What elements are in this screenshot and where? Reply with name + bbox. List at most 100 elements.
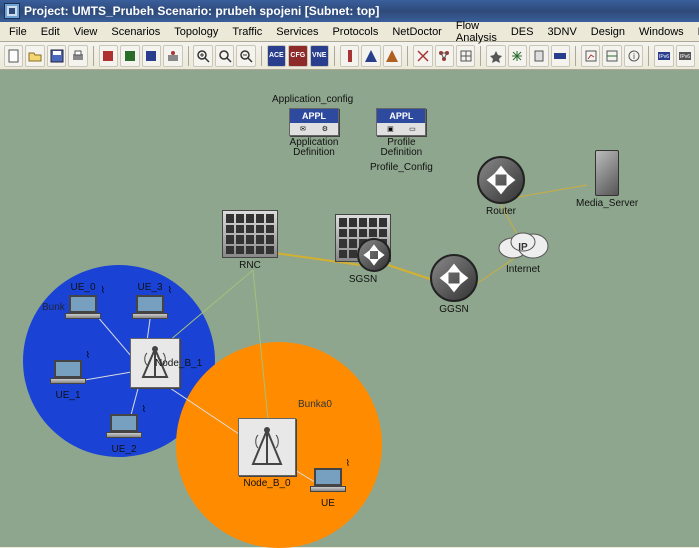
toolbar-sep [93,46,94,66]
label-text: RNC [239,260,261,271]
toolbar-sep [575,46,576,66]
laptop-icon: ⌇ [106,414,142,442]
internet[interactable]: IP Internet [495,228,551,275]
laptop-icon: ⌇ [132,295,168,323]
appl-header: APPL [377,109,425,123]
menu-traffic[interactable]: Traffic [225,24,269,40]
new-icon[interactable] [4,45,23,67]
topology-canvas[interactable]: Bunk Bunka0 Application_config APPL ✉⚙ A… [0,70,699,547]
label-text: Node_B_0 [243,478,290,489]
profile-config-label: Profile_Config [370,162,433,173]
tool-icon-5[interactable] [340,45,359,67]
ipv6-icon-1[interactable]: IPv6 [654,45,673,67]
rnc[interactable]: RNC [222,210,278,271]
tool-icon-7[interactable] [383,45,402,67]
menu-file[interactable]: File [2,24,34,40]
label-text: SGSN [349,274,377,285]
label-text: Profile Definition [381,138,423,158]
tool-icon-10[interactable] [456,45,475,67]
toolbar-sep [334,46,335,66]
application-definition[interactable]: APPL ✉⚙ Application Definition [289,108,339,158]
ue-0[interactable]: UE_0 ⌇ [65,280,101,323]
menu-edit[interactable]: Edit [34,24,67,40]
ipv6-icon-2[interactable]: IPv6 [676,45,695,67]
label-text: GGSN [439,304,468,315]
label-text: Media_Server [576,198,638,209]
ue[interactable]: ⌇ UE [310,468,346,509]
menu-protocols[interactable]: Protocols [325,24,385,40]
tool-icon-15[interactable] [581,45,600,67]
node-b-0[interactable]: Node_B_0 [238,418,296,489]
menu-help[interactable]: Help [691,24,699,40]
menu-design[interactable]: Design [584,24,632,40]
svg-text:IPv6: IPv6 [659,54,669,60]
menu-3dnv[interactable]: 3DNV [540,24,583,40]
zoom-in-icon[interactable] [215,45,234,67]
vne-icon[interactable]: VNE [310,45,329,67]
laptop-icon: ⌇ [65,295,101,323]
tool-icon-14[interactable] [551,45,570,67]
application-config-label: Application_config [272,92,353,105]
toolbar-sep [188,46,189,66]
tool-icon-8[interactable] [413,45,432,67]
save-icon[interactable] [47,45,66,67]
print-icon[interactable] [68,45,87,67]
menu-windows[interactable]: Windows [632,24,691,40]
ue-3[interactable]: UE_3 ⌇ [132,280,168,323]
sgsn[interactable]: SGSN [335,214,391,285]
zoom-fit-icon[interactable] [193,45,212,67]
router[interactable]: Router [477,156,525,217]
menubar: File Edit View Scenarios Topology Traffi… [0,22,699,42]
label-text: Application Definition [290,138,339,158]
toolbar-sep [648,46,649,66]
label-text: Node_B_1 [155,358,202,369]
tool-icon-11[interactable] [486,45,505,67]
cell-label-bunka0: Bunka0 [298,399,332,410]
tool-icon-6[interactable] [361,45,380,67]
tool-icon-1[interactable] [99,45,118,67]
appl-header: APPL [290,109,338,123]
tool-icon-16[interactable] [602,45,621,67]
menu-flow-analysis[interactable]: Flow Analysis [449,18,504,46]
laptop-icon: ⌇ [50,360,86,388]
toolbar: ACE CFG VNE i IPv6 IPv6 [0,42,699,70]
menu-topology[interactable]: Topology [167,24,225,40]
router-icon [357,238,391,272]
menu-des[interactable]: DES [504,24,541,40]
ace-icon[interactable]: ACE [267,45,286,67]
titlebar: Project: UMTS_Prubeh Scenario: prubeh sp… [0,0,699,22]
ue-1[interactable]: ⌇ UE_1 [50,360,86,401]
label-text: Router [486,206,516,217]
zoom-out-icon[interactable] [236,45,255,67]
label-text: UE_3 [137,282,162,293]
label-text: UE_0 [70,282,95,293]
label-text: UE_1 [55,390,80,401]
menu-view[interactable]: View [67,24,105,40]
server-icon [595,150,619,196]
profile-definition[interactable]: APPL ▣▭ Profile Definition Profile_Confi… [370,108,433,173]
tool-icon-9[interactable] [435,45,454,67]
ue-2[interactable]: ⌇ UE_2 [106,414,142,455]
menu-netdoctor[interactable]: NetDoctor [385,24,449,40]
tool-icon-13[interactable] [529,45,548,67]
router-icon [477,156,525,204]
label-text: Internet [506,264,540,275]
svg-text:i: i [633,52,635,61]
label-text: UE_2 [111,444,136,455]
router-icon [430,254,478,302]
tool-icon-12[interactable] [508,45,527,67]
media-server[interactable]: Media_Server [576,150,638,209]
cloud-icon: IP [495,228,551,262]
ggsn[interactable]: GGSN [430,254,478,315]
label-text: Application_config [272,94,353,105]
building-icon [222,210,278,258]
open-icon[interactable] [25,45,44,67]
tool-icon-3[interactable] [142,45,161,67]
tool-icon-2[interactable] [120,45,139,67]
cfg-icon[interactable]: CFG [288,45,307,67]
menu-scenarios[interactable]: Scenarios [104,24,167,40]
menu-services[interactable]: Services [269,24,325,40]
node-b-1[interactable]: Node_B_1 [107,338,202,369]
tool-icon-17[interactable]: i [624,45,643,67]
tool-icon-4[interactable] [163,45,182,67]
